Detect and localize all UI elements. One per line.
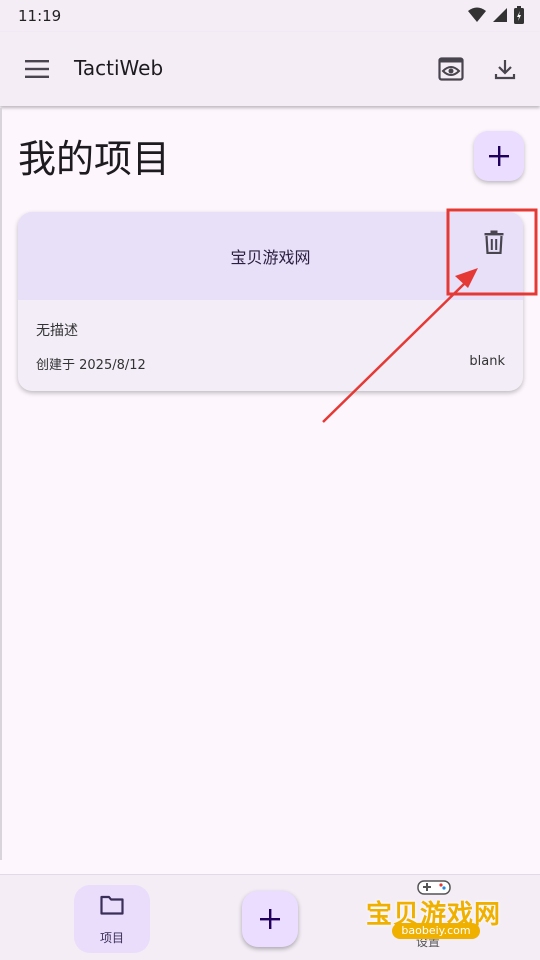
watermark-url: baobeiy.com: [392, 923, 480, 939]
page-title: 我的项目: [18, 137, 171, 181]
project-card[interactable]: 宝贝游戏网 无描述 创建于 2025/8/12 blank: [18, 212, 523, 391]
watermark: 宝贝游戏网 baobeiy.com: [362, 876, 512, 960]
plus-icon: [260, 909, 280, 929]
download-button[interactable]: [486, 50, 524, 88]
app-bar: TactiWeb: [0, 32, 540, 106]
status-bar: 11:19: [0, 0, 540, 32]
nav-item-projects[interactable]: 项目: [74, 885, 150, 953]
app-title: TactiWeb: [74, 56, 164, 80]
menu-button[interactable]: [20, 52, 54, 86]
signal-icon: [493, 8, 507, 22]
project-name: 宝贝游戏网: [230, 248, 311, 267]
menu-icon: [25, 60, 49, 78]
project-template: blank: [469, 354, 505, 369]
add-project-button[interactable]: [474, 131, 524, 181]
trash-icon: [484, 230, 504, 254]
preview-icon: [438, 57, 464, 81]
card-header: 宝贝游戏网: [18, 212, 523, 300]
nav-add-button[interactable]: [242, 891, 298, 947]
folder-icon: [100, 895, 124, 915]
status-time: 11:19: [18, 7, 62, 25]
preview-button[interactable]: [432, 50, 470, 88]
status-icons: [468, 6, 524, 24]
battery-icon: [514, 6, 524, 24]
wifi-icon: [468, 7, 486, 22]
left-edge-divider: [0, 108, 2, 860]
download-icon: [494, 60, 516, 80]
delete-project-button[interactable]: [476, 224, 512, 260]
project-description: 无描述: [36, 323, 78, 339]
nav-projects-label: 项目: [99, 931, 124, 945]
plus-icon: [489, 146, 509, 166]
project-created-date: 创建于 2025/8/12: [36, 358, 146, 373]
